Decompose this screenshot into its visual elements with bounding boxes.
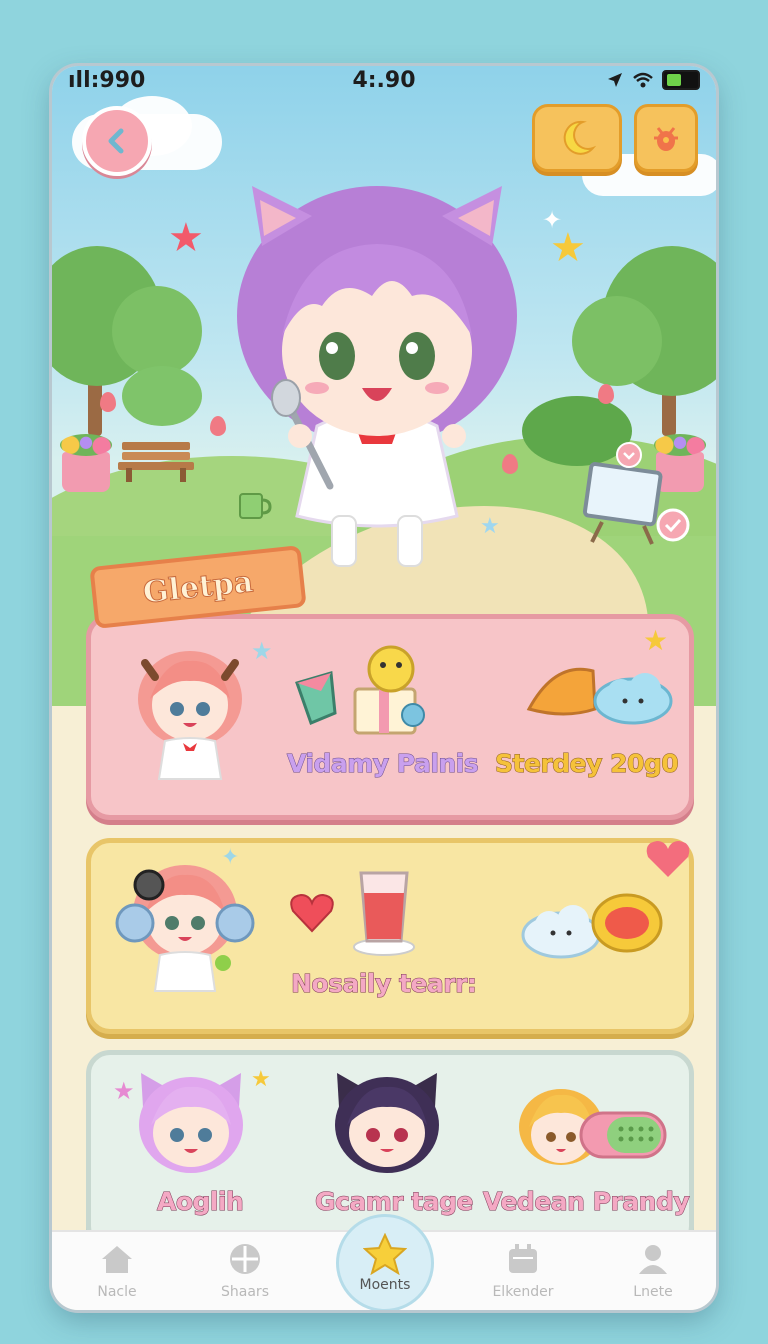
tab-label-profile: Lnete xyxy=(633,1284,673,1300)
back-button[interactable] xyxy=(82,106,152,176)
app-screen: ★ ★ ✦ ★ ıll:990 4:.90 Gletpa ★ ★ Vidamy … xyxy=(52,66,716,1310)
location-icon xyxy=(608,73,622,87)
tab-label-moments: Moents xyxy=(359,1277,411,1293)
hero-character xyxy=(237,186,517,567)
pill-toggle-icon xyxy=(579,1111,667,1159)
flower-pot-left xyxy=(62,452,110,492)
star-yellow-icon: ★ xyxy=(251,1067,271,1092)
card-pink-label-2: Sterdey 20g0 xyxy=(494,749,679,779)
bottom-tab-bar: Nacle Shaars Moents Elkender Lnete xyxy=(52,1214,716,1310)
grid-icon xyxy=(230,1244,260,1274)
tab-label-calendar: Elkender xyxy=(492,1284,554,1300)
gift-box-icon xyxy=(353,645,425,735)
section-banner: Gletpa xyxy=(89,545,307,629)
cloud-pet-icon xyxy=(593,673,673,725)
tab-label-home: Nacle xyxy=(97,1284,137,1300)
avatar-earmuffs xyxy=(115,865,255,992)
avatar-lilac-cat xyxy=(139,1073,243,1173)
profile-icon xyxy=(639,1245,667,1274)
tab-moments[interactable]: Moents xyxy=(336,1214,434,1310)
star-sparkle-icon: ★ xyxy=(251,637,273,665)
tab-label-shares: Shaars xyxy=(221,1284,269,1300)
status-bar: ıll:990 4:.90 xyxy=(52,66,716,100)
bug-alert-icon xyxy=(654,127,678,151)
tab-profile[interactable]: Lnete xyxy=(598,1242,708,1306)
star-icon xyxy=(363,1233,407,1275)
home-icon xyxy=(102,1246,132,1273)
gem-icon xyxy=(295,671,337,725)
card-yellow-label-1: Nosaily tearr: xyxy=(290,969,477,999)
star-decoration-red: ★ xyxy=(168,215,204,261)
heart-corner-icon xyxy=(646,841,690,877)
battery-icon xyxy=(662,70,700,90)
avatar-pink-hair xyxy=(138,651,242,780)
card-mint-label-1: Aoglih xyxy=(156,1187,244,1217)
night-mode-button[interactable] xyxy=(532,104,622,172)
candy-icon xyxy=(591,893,663,953)
banner-title: Gletpa xyxy=(141,563,255,611)
easel-icon xyxy=(582,462,663,545)
feed-card-pink[interactable]: ★ ★ Vidamy Palnis Sterdey 20g0 xyxy=(86,614,694,820)
wifi-icon xyxy=(633,72,653,88)
card-pink-label-1: Vidamy Palnis xyxy=(286,749,479,779)
tab-shares[interactable]: Shaars xyxy=(190,1242,300,1306)
calendar-icon xyxy=(509,1244,537,1273)
card-mint-label-3: Vedean Prandy xyxy=(482,1187,690,1217)
feed-card-yellow[interactable]: ✦ Nosaily tearr: xyxy=(86,838,694,1034)
drink-glass-icon xyxy=(353,871,415,956)
tab-calendar[interactable]: Elkender xyxy=(468,1242,578,1306)
notification-button[interactable] xyxy=(634,104,698,172)
star-pink-icon: ★ xyxy=(113,1077,135,1105)
card-mint-label-2: Gcamr tage xyxy=(315,1187,474,1217)
star-corner-icon: ★ xyxy=(643,624,669,657)
chevron-left-icon xyxy=(108,128,124,154)
heart-badge-icon xyxy=(616,442,642,468)
heart-icon xyxy=(290,893,334,933)
bench-icon xyxy=(118,442,194,482)
cheese-icon xyxy=(526,667,597,716)
avatar-dark-cat xyxy=(335,1073,439,1173)
sparkle-icon-2: ✦ xyxy=(221,845,240,870)
star-decoration-yellow: ★ xyxy=(550,225,586,271)
sparkle-icon: ✦ xyxy=(542,206,563,234)
check-badge-icon xyxy=(656,508,690,542)
tab-home[interactable]: Nacle xyxy=(62,1242,172,1306)
moon-icon xyxy=(563,120,597,155)
